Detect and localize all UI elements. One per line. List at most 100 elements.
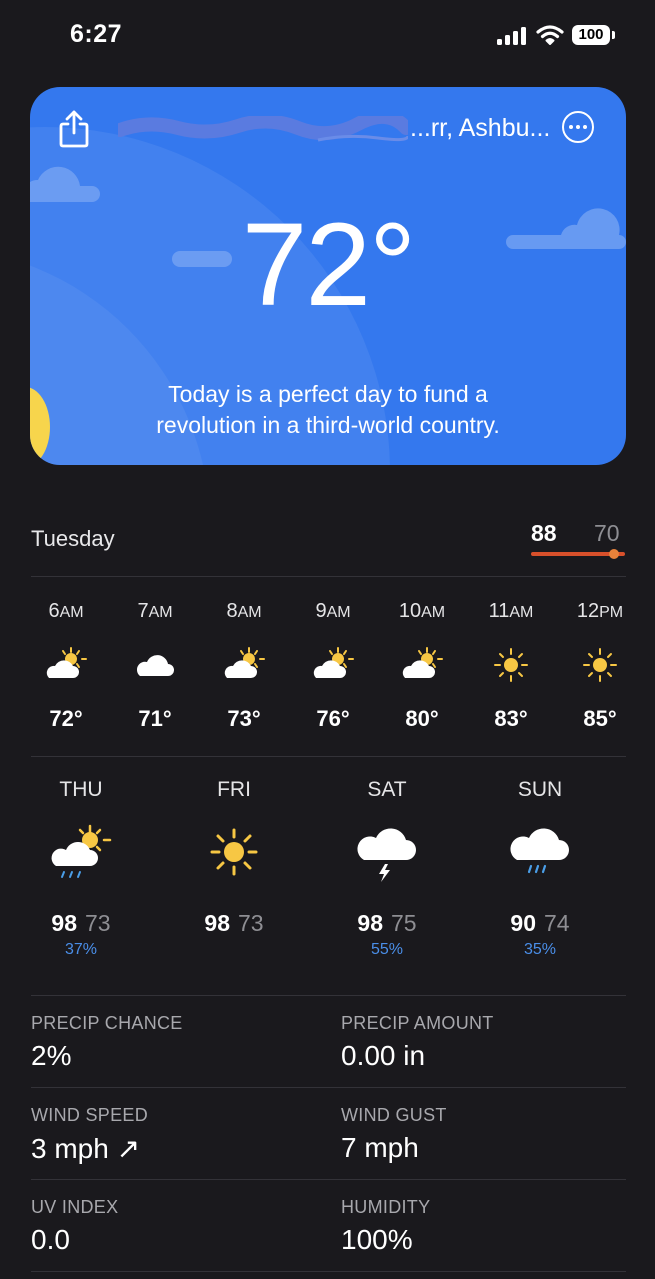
metric-value: 3 mph ↗ (31, 1133, 141, 1164)
weather-message-line: Today is a perfect day to fund a (168, 381, 488, 407)
partly-sunny-icon (219, 646, 269, 684)
day-label: SUN (517, 778, 563, 801)
day-temps: 98 73 (179, 910, 289, 937)
hour-label: 12PM (576, 600, 624, 622)
current-temperature: 72° (241, 199, 416, 331)
current-weather-card: ...rr, Ashbu... 72° Today is a perfect d… (30, 87, 626, 465)
metric-label: WIND GUST (341, 1105, 447, 1125)
wind-gust-metric: WIND GUST 7 mph (341, 1105, 631, 1164)
redaction-scribble (118, 116, 408, 142)
day-high: 90 (510, 910, 536, 936)
metric-value: 0.0 (31, 1224, 70, 1255)
daily-item[interactable]: SAT 98 75 55% (332, 778, 442, 961)
hour-temp: 80° (405, 706, 439, 731)
hour-temp: 76° (316, 706, 350, 731)
today-day-label: Tuesday (31, 526, 115, 551)
day-temps: 98 75 (332, 910, 442, 937)
hour-temp: 71° (138, 706, 172, 731)
today-summary-row[interactable]: Tuesday 88 70 (31, 520, 627, 560)
divider (31, 576, 626, 577)
day-temps: 90 74 (485, 910, 595, 937)
today-low: 70 (594, 520, 620, 546)
sun-icon (486, 646, 536, 684)
partly-sunny-icon (41, 646, 91, 684)
hourly-item: 12PM 85° (565, 600, 635, 732)
weather-message: Today is a perfect day to fund a revolut… (30, 379, 626, 441)
precip-chance-metric: PRECIP CHANCE 2% (31, 1013, 321, 1072)
today-high: 88 (531, 520, 557, 546)
wifi-icon (536, 25, 564, 45)
hourly-item: 11AM 83° (476, 600, 546, 732)
sun-cloud-rain-icon (46, 820, 116, 890)
uv-index-metric: UV INDEX 0.0 (31, 1197, 321, 1256)
metric-label: PRECIP CHANCE (31, 1013, 183, 1033)
wind-speed-metric: WIND SPEED 3 mph ↗ (31, 1105, 321, 1165)
thunderstorm-icon (352, 820, 422, 890)
humidity-metric: HUMIDITY 100% (341, 1197, 631, 1256)
hour-label: 8AM (226, 600, 262, 622)
day-label: FRI (217, 778, 251, 801)
more-options-icon[interactable] (562, 111, 594, 143)
hourly-item: 8AM 73° (209, 600, 279, 732)
day-temps: 98 73 (26, 910, 136, 937)
metric-value: 100% (341, 1224, 413, 1255)
location-label: ...rr, Ashbu... (410, 114, 551, 142)
day-high: 98 (51, 910, 77, 936)
precip-percent: 35% (523, 941, 557, 958)
hourly-item: 7AM 71° (120, 600, 190, 732)
battery-level: 100 (572, 25, 610, 45)
metric-label: WIND SPEED (31, 1105, 149, 1125)
partly-sunny-icon (308, 646, 358, 684)
hourly-item: 10AM 80° (387, 600, 457, 732)
day-label: THU (59, 778, 103, 801)
rain-cloud-icon (505, 820, 575, 890)
partly-sunny-icon (397, 646, 447, 684)
hour-label: 7AM (137, 600, 173, 622)
sun-icon (199, 820, 269, 890)
cloud-icon (130, 646, 180, 684)
day-low: 73 (85, 910, 111, 936)
hour-temp: 83° (494, 706, 528, 731)
battery-icon (612, 31, 615, 39)
divider (31, 1087, 626, 1088)
hour-label: 11AM (488, 600, 534, 622)
sun-icon (575, 646, 625, 684)
precip-amount-metric: PRECIP AMOUNT 0.00 in (341, 1013, 631, 1072)
hour-temp: 72° (49, 706, 83, 731)
divider (31, 1271, 626, 1272)
day-low: 75 (391, 910, 417, 936)
daily-item[interactable]: THU 98 73 37% (26, 778, 136, 961)
hour-temp: 85° (583, 706, 617, 731)
metric-value: 0.00 in (341, 1040, 426, 1071)
hourly-item: 6AM 72° (31, 600, 101, 732)
precip-percent: 55% (370, 941, 404, 958)
hour-label: 10AM (398, 600, 446, 622)
status-bar: 6:27 100 (0, 0, 655, 70)
hour-temp: 73° (227, 706, 261, 731)
location-name[interactable]: ...rr, Ashbu... (118, 114, 550, 144)
status-time: 6:27 (70, 20, 123, 48)
metric-label: HUMIDITY (341, 1197, 431, 1217)
day-high: 98 (204, 910, 230, 936)
daily-item[interactable]: SUN 90 74 35% (485, 778, 595, 961)
divider (31, 1179, 626, 1180)
precip-percent: 37% (64, 941, 98, 958)
metric-label: PRECIP AMOUNT (341, 1013, 494, 1033)
day-low: 73 (238, 910, 264, 936)
day-high: 98 (357, 910, 383, 936)
cellular-signal-icon (497, 27, 526, 45)
daily-item[interactable]: FRI 98 73 (179, 778, 289, 961)
metric-label: UV INDEX (31, 1197, 119, 1217)
day-low: 74 (544, 910, 570, 936)
share-icon[interactable] (58, 109, 90, 149)
hour-label: 9AM (315, 600, 351, 622)
divider (31, 995, 626, 996)
weather-message-line: revolution in a third-world country. (156, 412, 500, 438)
metric-value: 2% (31, 1040, 72, 1071)
precip-percent (179, 941, 289, 961)
metric-value: 7 mph (341, 1132, 419, 1163)
hourly-item: 9AM 76° (298, 600, 368, 732)
day-label: SAT (367, 778, 407, 801)
divider (31, 756, 626, 757)
current-temp-marker (609, 549, 619, 559)
